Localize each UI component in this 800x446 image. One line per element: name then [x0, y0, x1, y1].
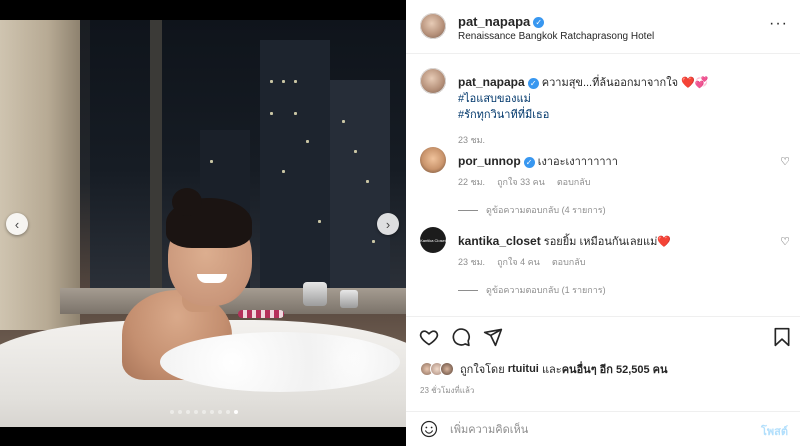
carousel-dot [194, 410, 198, 414]
verified-badge-icon: ✓ [523, 156, 535, 168]
view-replies-button[interactable]: ดูข้อความตอบกลับ (1 รายการ) [458, 283, 606, 297]
add-comment-bar: โพสต์ [406, 411, 800, 446]
comment-likes[interactable]: ถูกใจ 33 คน [497, 175, 545, 189]
chevron-left-icon: ‹ [14, 216, 20, 232]
verified-badge-icon: ✓ [533, 17, 545, 29]
carousel-dot [210, 410, 214, 414]
comment-emoji: ❤️ [657, 236, 672, 248]
actions-section: ถูกใจโดย rtuitui และ คนอื่นๆ อีก 52,505 ค… [406, 316, 800, 416]
bookmark-icon[interactable] [772, 327, 792, 347]
comment-input[interactable] [450, 421, 740, 439]
likes-summary[interactable]: ถูกใจโดย rtuitui และ คนอื่นๆ อีก 52,505 ค… [420, 360, 668, 378]
carousel-dot [186, 410, 190, 414]
avatar[interactable] [420, 68, 446, 94]
liked-by-user[interactable]: rtuitui [508, 363, 539, 375]
carousel-prev-button[interactable]: ‹ [6, 213, 28, 235]
carousel-dot [226, 410, 230, 414]
carousel-dot [218, 410, 222, 414]
view-replies-button[interactable]: ดูข้อความตอบกลับ (4 รายการ) [458, 203, 606, 217]
avatar-logo-text: Kantika Closet [420, 237, 446, 243]
post-author-username[interactable]: pat_napapa [458, 14, 530, 29]
caption: pat_napapa ✓ ความสุข...ที่ล้นออกมาจากใจ ❤… [420, 68, 790, 158]
liker-avatars [420, 362, 454, 376]
avatar[interactable]: Kantika Closet [420, 227, 446, 253]
comment-username[interactable]: por_unnop [458, 154, 521, 168]
comment-like-icon[interactable]: ♡ [780, 155, 790, 168]
post-comment-button[interactable]: โพสต์ [761, 422, 788, 440]
comment-item: por_unnop ✓ เงาอะเงาาาาาาา ♡ 22 ชม. ถูกใจ… [420, 147, 790, 227]
avatar[interactable] [420, 147, 446, 173]
carousel-dot [178, 410, 182, 414]
side-panel: pat_napapa ✓ Renaissance Bangkok Ratchapr… [406, 0, 800, 446]
liked-by-and: และ [541, 364, 562, 376]
reply-button[interactable]: ตอบกลับ [557, 175, 591, 189]
comment-text: เงาอะเงาาาาาาา [537, 156, 618, 168]
comment-time[interactable]: 23 ชม. [458, 255, 485, 269]
post-timestamp[interactable]: 23 ชั่วโมงที่แล้ว [420, 384, 474, 397]
carousel-indicator [170, 410, 238, 414]
comment-username[interactable]: kantika_closet [458, 234, 541, 248]
heart-icon[interactable] [419, 327, 439, 347]
carousel-dot [234, 410, 238, 414]
post-location[interactable]: Renaissance Bangkok Ratchaprasong Hotel [458, 31, 654, 42]
reply-button[interactable]: ตอบกลับ [552, 255, 586, 269]
hashtag-link[interactable]: #ไอแสบของแม่ [458, 91, 778, 107]
caption-username[interactable]: pat_napapa [458, 75, 525, 89]
hashtag-link[interactable]: #รักทุกวินาทีที่มีเธอ [458, 107, 778, 123]
carousel-next-button[interactable]: › [377, 213, 399, 235]
more-horizontal-icon[interactable]: ··· [769, 16, 788, 32]
caption-emoji: ❤️💞 [681, 77, 709, 89]
post-photo [0, 20, 406, 427]
comment-icon[interactable] [451, 327, 471, 347]
smiley-icon[interactable] [420, 420, 438, 438]
carousel-dot [170, 410, 174, 414]
comment-item: Kantika Closet kantika_closet รอยยิ้ม เห… [420, 227, 790, 307]
media-panel: ‹ › [0, 0, 406, 446]
comment-likes[interactable]: ถูกใจ 4 คน [497, 255, 540, 269]
post-header: pat_napapa ✓ Renaissance Bangkok Ratchapr… [406, 0, 800, 54]
carousel-dot [202, 410, 206, 414]
chevron-right-icon: › [385, 216, 391, 232]
post-dialog: ‹ › pat_napapa ✓ Renaissance Bangkok Ratc… [0, 0, 800, 446]
verified-badge-icon: ✓ [527, 77, 539, 89]
liked-by-others[interactable]: คนอื่นๆ อีก 52,505 คน [562, 360, 668, 378]
comment-text: รอยยิ้ม เหมือนกันเลยแม่ [543, 236, 658, 248]
caption-time[interactable]: 23 ชม. [458, 133, 485, 147]
avatar[interactable] [420, 13, 446, 39]
liked-by-prefix: ถูกใจโดย [460, 364, 505, 376]
avatar [440, 362, 454, 376]
comment-like-icon[interactable]: ♡ [780, 235, 790, 248]
view-replies-label: ดูข้อความตอบกลับ (4 รายการ) [486, 205, 606, 215]
send-icon[interactable] [483, 327, 503, 347]
view-replies-label: ดูข้อความตอบกลับ (1 รายการ) [486, 285, 606, 295]
comments-section: pat_napapa ✓ ความสุข...ที่ล้นออกมาจากใจ ❤… [406, 55, 800, 315]
comment-time[interactable]: 22 ชม. [458, 175, 485, 189]
caption-text: ความสุข...ที่ล้นออกมาจากใจ [541, 77, 679, 89]
post-author[interactable]: pat_napapa ✓ [458, 14, 545, 29]
